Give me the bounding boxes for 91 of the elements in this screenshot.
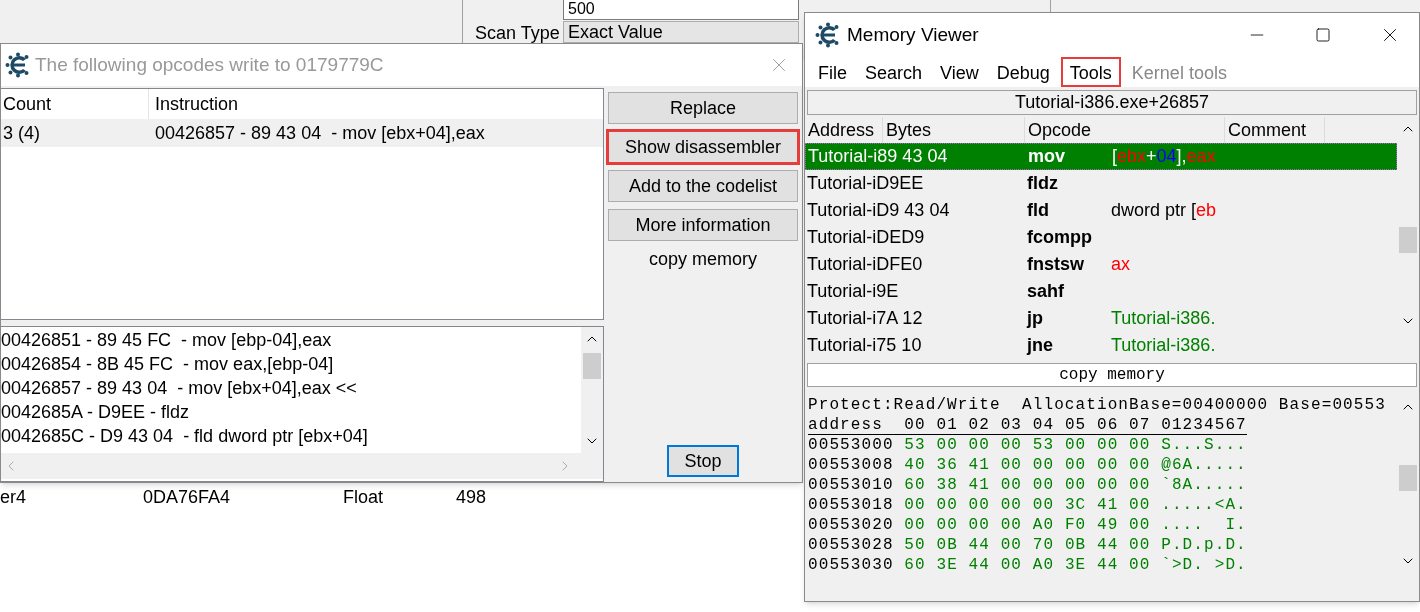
action-button[interactable]: Add to the codelist bbox=[608, 170, 798, 202]
hex-address: 00553008 bbox=[808, 455, 895, 475]
hex-bytes: 53 00 00 00 53 00 00 00 bbox=[904, 435, 1152, 455]
address-cell-text: Tutorial-i7A 12 bbox=[806, 307, 924, 330]
hex-bytes: 60 3E 44 00 A0 3E 44 00 bbox=[904, 555, 1152, 575]
operand-cell-text: Tutorial-i386. bbox=[1110, 334, 1216, 357]
disassembly-line[interactable]: 0042685A - D9EE - fldz bbox=[1, 400, 581, 424]
hex-bytes: 00 00 00 00 A0 F0 49 00 bbox=[904, 515, 1152, 535]
address-cell-text: Tutorial-iD9EE bbox=[806, 172, 925, 195]
gear-logo-icon bbox=[5, 52, 31, 78]
opcode-cell-text: jne bbox=[1025, 334, 1054, 357]
action-button[interactable]: More information bbox=[608, 209, 798, 241]
hex-address: 00553020 bbox=[808, 515, 895, 535]
disassembly-line[interactable]: 00426851 - 89 45 FC - mov [ebp-04],eax bbox=[1, 328, 581, 352]
hex-address: 00553028 bbox=[808, 535, 895, 555]
disassembly-row[interactable]: Tutorial-iDFE0 fnstsw ax bbox=[805, 251, 1397, 278]
hex-bytes: 50 0B 44 00 70 0B 44 00 bbox=[904, 535, 1152, 555]
disassembly-line[interactable]: 00426857 - 89 43 04 - mov [ebx+04],eax << bbox=[1, 376, 581, 400]
opcode-cell-text: jp bbox=[1025, 307, 1044, 330]
window-title: The following opcodes write to 0179779C bbox=[35, 52, 385, 77]
scroll-thumb[interactable] bbox=[1399, 227, 1417, 253]
disassembly-line[interactable]: 00426854 - 8B 45 FC - mov eax,[ebp-04] bbox=[1, 352, 581, 376]
disassembly-row[interactable]: Tutorial-i7A 12 jp Tutorial-i386. bbox=[805, 305, 1397, 332]
hex-address: 00553018 bbox=[808, 495, 895, 515]
column-header[interactable]: Instruction bbox=[149, 89, 603, 119]
menu-item[interactable]: View bbox=[931, 57, 988, 87]
opcode-cell-text: mov bbox=[1027, 145, 1066, 168]
hex-ascii: .....<A. bbox=[1161, 495, 1247, 515]
operand-cell-text: dword ptr [eb bbox=[1110, 199, 1217, 222]
table-cell-text: er4 bbox=[0, 486, 27, 509]
gear-logo-icon bbox=[815, 22, 841, 48]
hex-bytes: 00 00 00 00 00 3C 41 00 bbox=[904, 495, 1152, 515]
hex-address: 00553030 bbox=[808, 555, 895, 575]
value-field[interactable]: 500 bbox=[563, 0, 799, 20]
address-cell-text: Tutorial-i89 43 04 bbox=[807, 145, 949, 168]
opcode-cell-text: fldz bbox=[1026, 172, 1059, 195]
operand-cell-text: ax bbox=[1110, 253, 1130, 276]
hex-ascii: `8A..... bbox=[1161, 475, 1247, 495]
action-button[interactable]: Show disassembler bbox=[608, 131, 798, 163]
window-title: Memory Viewer bbox=[847, 22, 980, 47]
opcode-cell-text: sahf bbox=[1026, 280, 1065, 303]
address-cell-text: Tutorial-i9E bbox=[806, 280, 900, 303]
operand-cell-text: [ebx+04],eax bbox=[1111, 145, 1216, 168]
scroll-thumb[interactable] bbox=[583, 353, 601, 379]
hex-bytes: 40 36 41 00 00 00 00 00 bbox=[904, 455, 1152, 475]
scroll-thumb[interactable] bbox=[1399, 465, 1417, 491]
opcode-cell-text: fnstsw bbox=[1026, 253, 1085, 276]
table-cell-text: 0DA76FA4 bbox=[143, 486, 232, 509]
hex-ascii: `>D. >D. bbox=[1161, 555, 1247, 575]
count-cell-text: 3 (4) bbox=[2, 121, 41, 145]
hex-ascii: S...S... bbox=[1161, 435, 1247, 455]
opcode-cell-text: fld bbox=[1026, 199, 1050, 222]
disassembly-row[interactable]: Tutorial-i89 43 04 mov [ebx+04],eax bbox=[805, 143, 1397, 170]
address-cell-text: Tutorial-i75 10 bbox=[806, 334, 923, 357]
menu-item[interactable]: Debug bbox=[987, 57, 1059, 87]
scan-type-label: Scan Type bbox=[474, 23, 561, 43]
action-button[interactable]: Replace bbox=[608, 92, 798, 124]
opcode-row[interactable]: 3 (4) 00426857 - 89 43 04 - mov [ebx+04],eax bbox=[1, 119, 603, 147]
disassembly-row[interactable]: Tutorial-iDED9 fcompp bbox=[805, 224, 1397, 251]
scan-type-dropdown[interactable]: Exact Value bbox=[563, 21, 799, 43]
hex-ascii: P.D.p.D. bbox=[1161, 535, 1247, 555]
disassembly-row[interactable]: Tutorial-i9E sahf bbox=[805, 278, 1397, 305]
stop-button[interactable]: Stop bbox=[667, 445, 739, 477]
opcode-cell-text: fcompp bbox=[1026, 226, 1093, 249]
horizontal-scrollbar[interactable] bbox=[1, 453, 603, 479]
address-cell-text: Tutorial-iD9 43 04 bbox=[806, 199, 951, 222]
menu-item[interactable]: Search bbox=[856, 57, 932, 87]
table-cell-text: 498 bbox=[456, 486, 488, 509]
hex-header: address 00 01 02 03 04 05 06 07 01234567 bbox=[808, 415, 1247, 435]
hex-ascii: @6A..... bbox=[1161, 455, 1247, 475]
address-cell-text: Tutorial-iDFE0 bbox=[806, 253, 924, 276]
instruction-cell-text: 00426857 - 89 43 04 - mov [ebx+04],eax bbox=[154, 121, 485, 145]
disassembly-row[interactable]: Tutorial-iD9 43 04 fld dword ptr [eb bbox=[805, 197, 1397, 224]
disassembly-row[interactable]: Tutorial-i75 10 jne Tutorial-i386. bbox=[805, 332, 1397, 359]
operand-cell-text: Tutorial-i386. bbox=[1110, 307, 1216, 330]
address-cell-text: Tutorial-iDED9 bbox=[806, 226, 926, 249]
hex-address: 00553010 bbox=[808, 475, 895, 495]
maximize-icon[interactable] bbox=[1315, 27, 1331, 43]
hex-bytes: 60 38 41 00 00 00 00 00 bbox=[904, 475, 1152, 495]
menu-item[interactable]: File bbox=[809, 57, 856, 87]
copy-memory-label: copy memory bbox=[649, 248, 757, 270]
disassembly-row[interactable]: Tutorial-iD9EE fldz bbox=[805, 170, 1397, 197]
copy-memory-bar[interactable]: copy memory bbox=[807, 363, 1417, 387]
vertical-scrollbar[interactable] bbox=[581, 327, 603, 453]
hex-address: 00553000 bbox=[808, 435, 895, 455]
disassembly-line[interactable]: 0042685C - D9 43 04 - fld dword ptr [ebx+04] bbox=[1, 424, 581, 448]
hex-ascii: .... I. bbox=[1161, 515, 1247, 535]
address-bar[interactable]: Tutorial-i386.exe+26857 bbox=[807, 90, 1417, 115]
memory-info-line: Protect:Read/Write AllocationBase=00400000 Base=00553 bbox=[808, 395, 1387, 415]
menu-item[interactable]: Tools bbox=[1060, 57, 1121, 87]
table-cell-text: Float bbox=[343, 486, 385, 509]
